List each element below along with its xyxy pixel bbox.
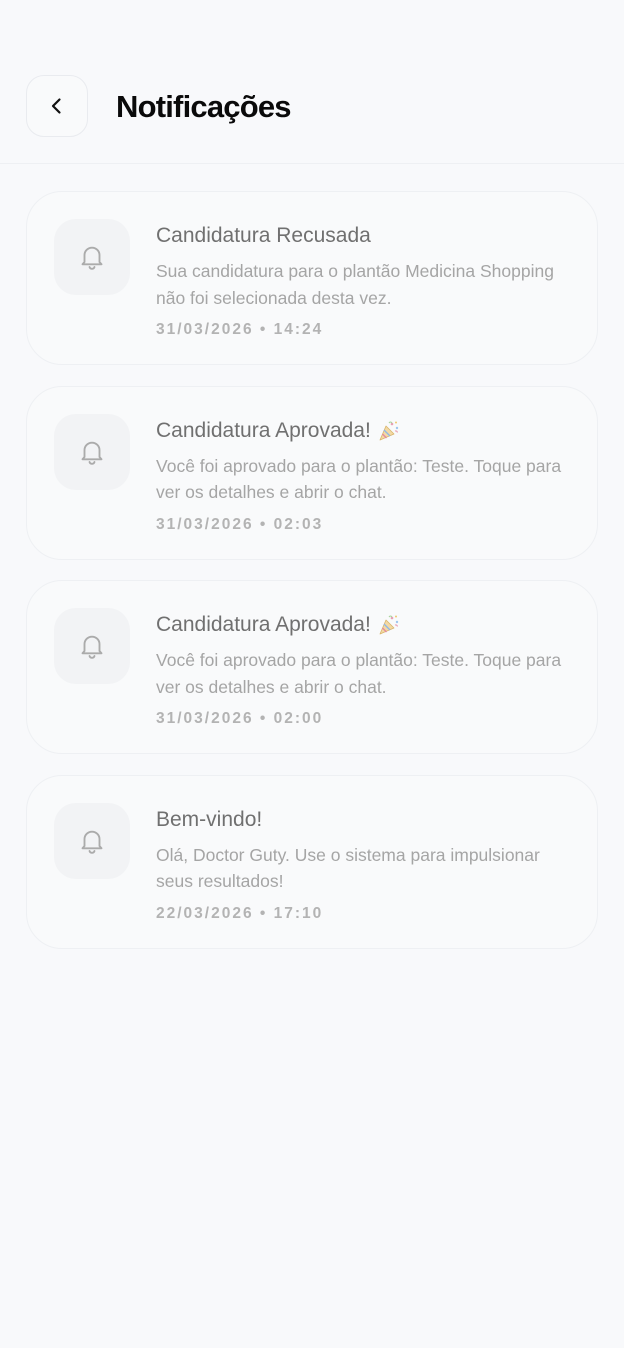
- notification-title: Bem-vindo!: [156, 807, 263, 831]
- notification-timestamp: 22/03/2026 • 17:10: [156, 904, 324, 922]
- party-popper-icon: [379, 615, 399, 635]
- bell-icon: [81, 830, 103, 854]
- page-title: Notificações: [116, 89, 292, 124]
- chevron-left-icon: [51, 98, 61, 114]
- notification-icon-box: [54, 608, 130, 684]
- notification-body: Sua candidatura para o plantão Medicina …: [156, 261, 554, 308]
- party-popper-icon: [379, 420, 399, 440]
- notification-body: Você foi aprovado para o plantão: Teste.…: [156, 650, 562, 697]
- notification-icon-box: [54, 219, 130, 295]
- notification-icon-box: [54, 802, 130, 879]
- notification-card[interactable]: Candidatura Recusada Sua candidatura par…: [26, 191, 598, 365]
- notification-title: Candidatura Recusada: [156, 224, 371, 247]
- back-button[interactable]: [26, 75, 88, 137]
- notification-icon-box: [54, 413, 130, 490]
- notification-list: Candidatura Recusada Sua candidatura par…: [26, 191, 598, 969]
- notification-body: Olá, Doctor Guty. Use o sistema para imp…: [156, 844, 540, 892]
- notification-card[interactable]: Candidatura Aprovada! Você foi aprovado …: [26, 580, 598, 754]
- bell-icon: [81, 246, 103, 270]
- bell-icon: [81, 441, 103, 465]
- bell-icon: [81, 635, 103, 659]
- notification-timestamp: 31/03/2026 • 14:24: [156, 321, 324, 338]
- notification-title: Candidatura Aprovada!: [156, 611, 401, 639]
- notification-timestamp: 31/03/2026 • 02:03: [156, 515, 324, 533]
- notification-card[interactable]: Bem-vindo! Olá, Doctor Guty. Use o siste…: [26, 774, 598, 949]
- notification-title: Candidatura Aprovada!: [156, 417, 401, 445]
- notification-card[interactable]: Candidatura Aprovada! Você foi aprovado …: [26, 385, 598, 560]
- notification-timestamp: 31/03/2026 • 02:00: [156, 710, 324, 727]
- app-header: Notificações: [0, 0, 624, 164]
- notification-body: Você foi aprovado para o plantão: Teste.…: [156, 455, 562, 503]
